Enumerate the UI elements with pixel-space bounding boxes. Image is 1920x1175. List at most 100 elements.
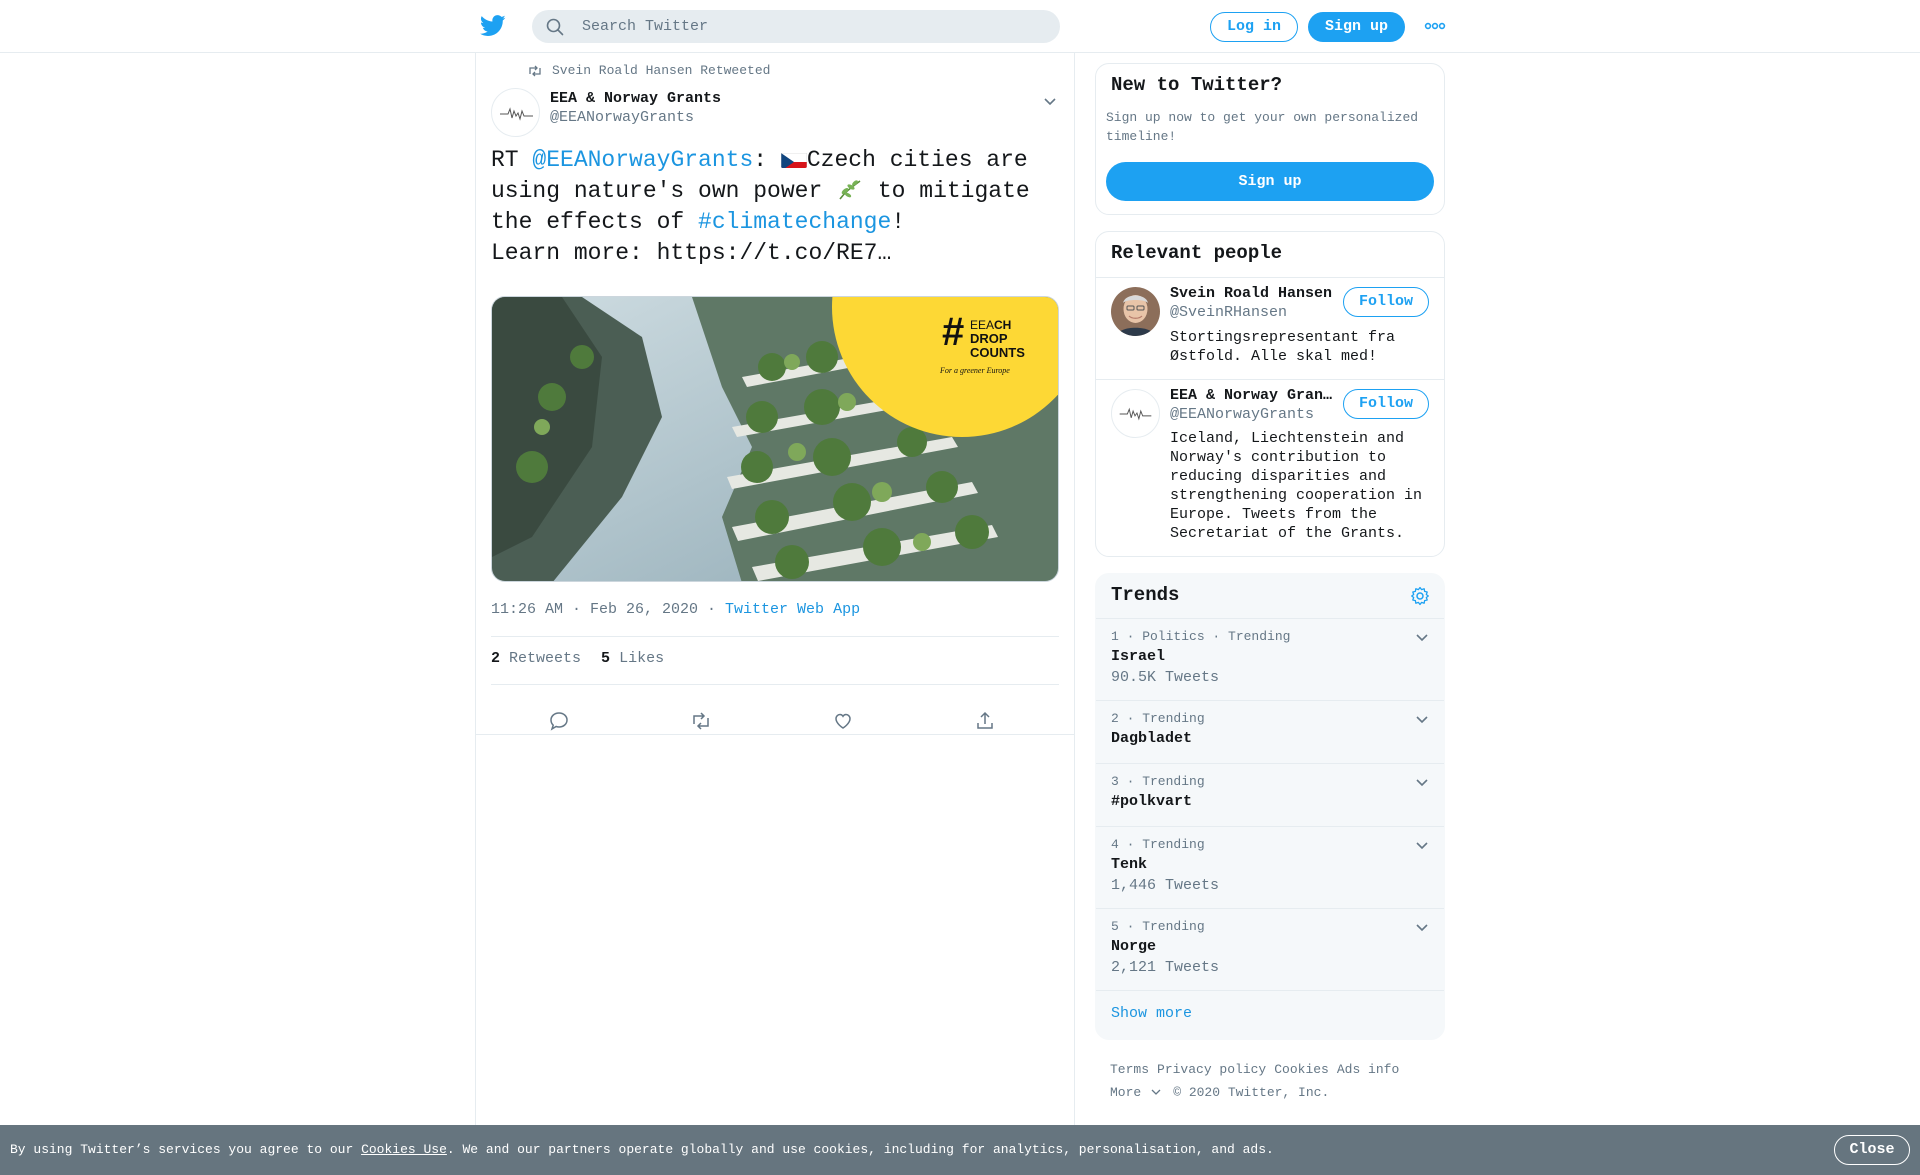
trend-item[interactable]: 4 · Trending Tenk 1,446 Tweets	[1096, 826, 1444, 908]
cookie-text-after: . We and our partners operate globally a…	[446, 1142, 1274, 1157]
retweet-small-icon	[529, 65, 541, 76]
trend-meta: 4 · Trending	[1111, 837, 1205, 852]
chevron-down-icon[interactable]	[1414, 837, 1430, 853]
media-badge-tagline: For a greener Europe	[939, 366, 1010, 375]
media-badge-line2: DROP	[970, 331, 1008, 346]
media-badge-line1: EEACH	[970, 318, 1011, 332]
search-icon	[546, 18, 564, 36]
like-heart-icon[interactable]	[832, 710, 854, 732]
twitter-bird-icon[interactable]	[480, 14, 506, 38]
trend-count: 1,446 Tweets	[1111, 877, 1220, 894]
tweet-text-last-line: Learn more: https://t.co/RE7…	[491, 240, 892, 266]
retweets-count: 2	[491, 650, 501, 667]
follow-button[interactable]: Follow	[1343, 287, 1429, 317]
footer-terms-link[interactable]: Terms	[1110, 1062, 1149, 1077]
search-box[interactable]	[532, 10, 1060, 43]
author-avatar[interactable]	[491, 88, 540, 137]
cookie-banner-text: By using Twitter’s services you agree to…	[10, 1142, 1274, 1157]
tweet-text: RT @EEANorwayGrants: Czech cities are us…	[491, 145, 1051, 269]
divider	[491, 636, 1059, 637]
new-to-twitter-title: New to Twitter?	[1111, 74, 1283, 96]
person-handle[interactable]: @SveinRHansen	[1170, 304, 1287, 321]
reply-icon[interactable]	[548, 710, 570, 732]
sidebar-footer: Terms Privacy policy Cookies Ads info More ©…	[1110, 1058, 1430, 1104]
footer-more-label: More	[1110, 1085, 1142, 1100]
trends-card: Trends 1 · Politics · Trending Israel 90…	[1095, 573, 1445, 1040]
footer-more-link[interactable]: More	[1110, 1085, 1161, 1100]
hashtag-link[interactable]: #climatechange	[698, 209, 891, 235]
footer-ads-link[interactable]: Ads info	[1337, 1062, 1399, 1077]
trend-count: 90.5K Tweets	[1111, 669, 1220, 686]
trend-item[interactable]: 1 · Politics · Trending Israel 90.5K Twe…	[1096, 618, 1444, 700]
trend-item[interactable]: 5 · Trending Norge 2,121 Tweets	[1096, 908, 1444, 990]
chevron-down-icon[interactable]	[1042, 93, 1058, 109]
relevant-people-title: Relevant people	[1111, 242, 1283, 264]
source-link[interactable]: Twitter Web App	[725, 601, 860, 618]
cookie-banner: By using Twitter’s services you agree to…	[0, 1125, 1920, 1175]
more-dots-icon[interactable]	[1424, 18, 1446, 34]
svg-text:#: #	[942, 310, 964, 354]
show-more-row[interactable]: Show more	[1096, 990, 1444, 1039]
likes-count: 5	[601, 650, 611, 667]
chevron-down-icon[interactable]	[1414, 919, 1430, 935]
cookies-use-link[interactable]: Cookies Use	[361, 1142, 447, 1157]
person-item[interactable]: EEA & Norway Grants @EEANorwayGrants Ice…	[1096, 380, 1444, 556]
tweet-media-image[interactable]: # EEACH DROP COUNTS For a greener Europe	[491, 296, 1059, 582]
trend-name: Dagbladet	[1111, 730, 1193, 747]
share-icon[interactable]	[974, 710, 996, 732]
likes-stat[interactable]: 5 Likes	[601, 650, 664, 667]
search-input[interactable]	[582, 10, 1042, 43]
trend-item[interactable]: 3 · Trending #polkvart	[1096, 763, 1444, 826]
tweet-stats: 2 Retweets 5 Likes	[491, 650, 664, 667]
sidebar-signup-button[interactable]: Sign up	[1106, 162, 1434, 201]
person-bio: Iceland, Liechtenstein and Norway's cont…	[1170, 430, 1423, 542]
trend-meta: 2 · Trending	[1111, 711, 1205, 726]
divider	[491, 684, 1059, 685]
signup-button[interactable]: Sign up	[1308, 12, 1405, 42]
vertical-forest-photo: # EEACH DROP COUNTS For a greener Europe	[492, 297, 1058, 581]
footer-cookies-link[interactable]: Cookies	[1274, 1062, 1329, 1077]
person-item[interactable]: Svein Roald Hansen @SveinRHansen Stortin…	[1096, 278, 1444, 380]
person-photo	[1111, 287, 1160, 336]
seedling-icon	[836, 177, 864, 201]
footer-privacy-link[interactable]: Privacy policy	[1157, 1062, 1266, 1077]
retweet-context[interactable]: Svein Roald Hansen Retweeted	[528, 63, 770, 78]
person-name[interactable]: EEA & Norway Grants	[1170, 387, 1338, 404]
cookie-close-button[interactable]: Close	[1834, 1135, 1910, 1165]
author-name[interactable]: EEA & Norway Grants	[550, 90, 721, 107]
divider	[476, 734, 1074, 735]
timestamp-text[interactable]: 11:26 AM · Feb 26, 2020 ·	[491, 601, 725, 618]
retweet-icon[interactable]	[690, 710, 712, 732]
tweet-column: Svein Roald Hansen Retweeted EEA & Norwa…	[475, 53, 1075, 1125]
new-to-twitter-text: Sign up now to get your own personalized…	[1106, 110, 1419, 144]
retweet-context-text: Svein Roald Hansen Retweeted	[552, 63, 771, 78]
chevron-down-icon	[1151, 1089, 1161, 1095]
trend-meta: 1 · Politics · Trending	[1111, 629, 1291, 644]
person-bio: Stortingsrepresentant fra Østfold. Alle …	[1170, 329, 1396, 365]
mention-link[interactable]: @EEANorwayGrants	[532, 147, 753, 173]
follow-button[interactable]: Follow	[1343, 389, 1429, 419]
tweet-actions	[491, 690, 1059, 752]
trend-name: Israel	[1111, 648, 1166, 665]
author-handle[interactable]: @EEANorwayGrants	[550, 109, 694, 126]
tweet-text-part: !	[891, 209, 906, 235]
retweets-stat[interactable]: 2 Retweets	[491, 650, 581, 667]
person-name[interactable]: Svein Roald Hansen	[1170, 285, 1338, 302]
trend-name: Norge	[1111, 938, 1157, 955]
show-more-link[interactable]: Show more	[1111, 1005, 1192, 1022]
login-button[interactable]: Log in	[1210, 12, 1298, 42]
cookie-text-before: By using Twitter’s services you agree to…	[10, 1142, 362, 1157]
settings-gear-icon[interactable]	[1410, 586, 1430, 606]
avatar[interactable]	[1111, 287, 1160, 336]
trend-meta: 3 · Trending	[1111, 774, 1205, 789]
chevron-down-icon[interactable]	[1414, 629, 1430, 645]
tweet-text-part: :	[753, 147, 781, 173]
trend-meta: 5 · Trending	[1111, 919, 1205, 934]
chevron-down-icon[interactable]	[1414, 711, 1430, 727]
person-handle[interactable]: @EEANorwayGrants	[1170, 406, 1314, 423]
trend-count: 2,121 Tweets	[1111, 959, 1220, 976]
chevron-down-icon[interactable]	[1414, 774, 1430, 790]
trend-item[interactable]: 2 · Trending Dagbladet	[1096, 700, 1444, 763]
footer-copyright: © 2020 Twitter, Inc.	[1173, 1085, 1330, 1100]
avatar[interactable]	[1111, 389, 1160, 438]
